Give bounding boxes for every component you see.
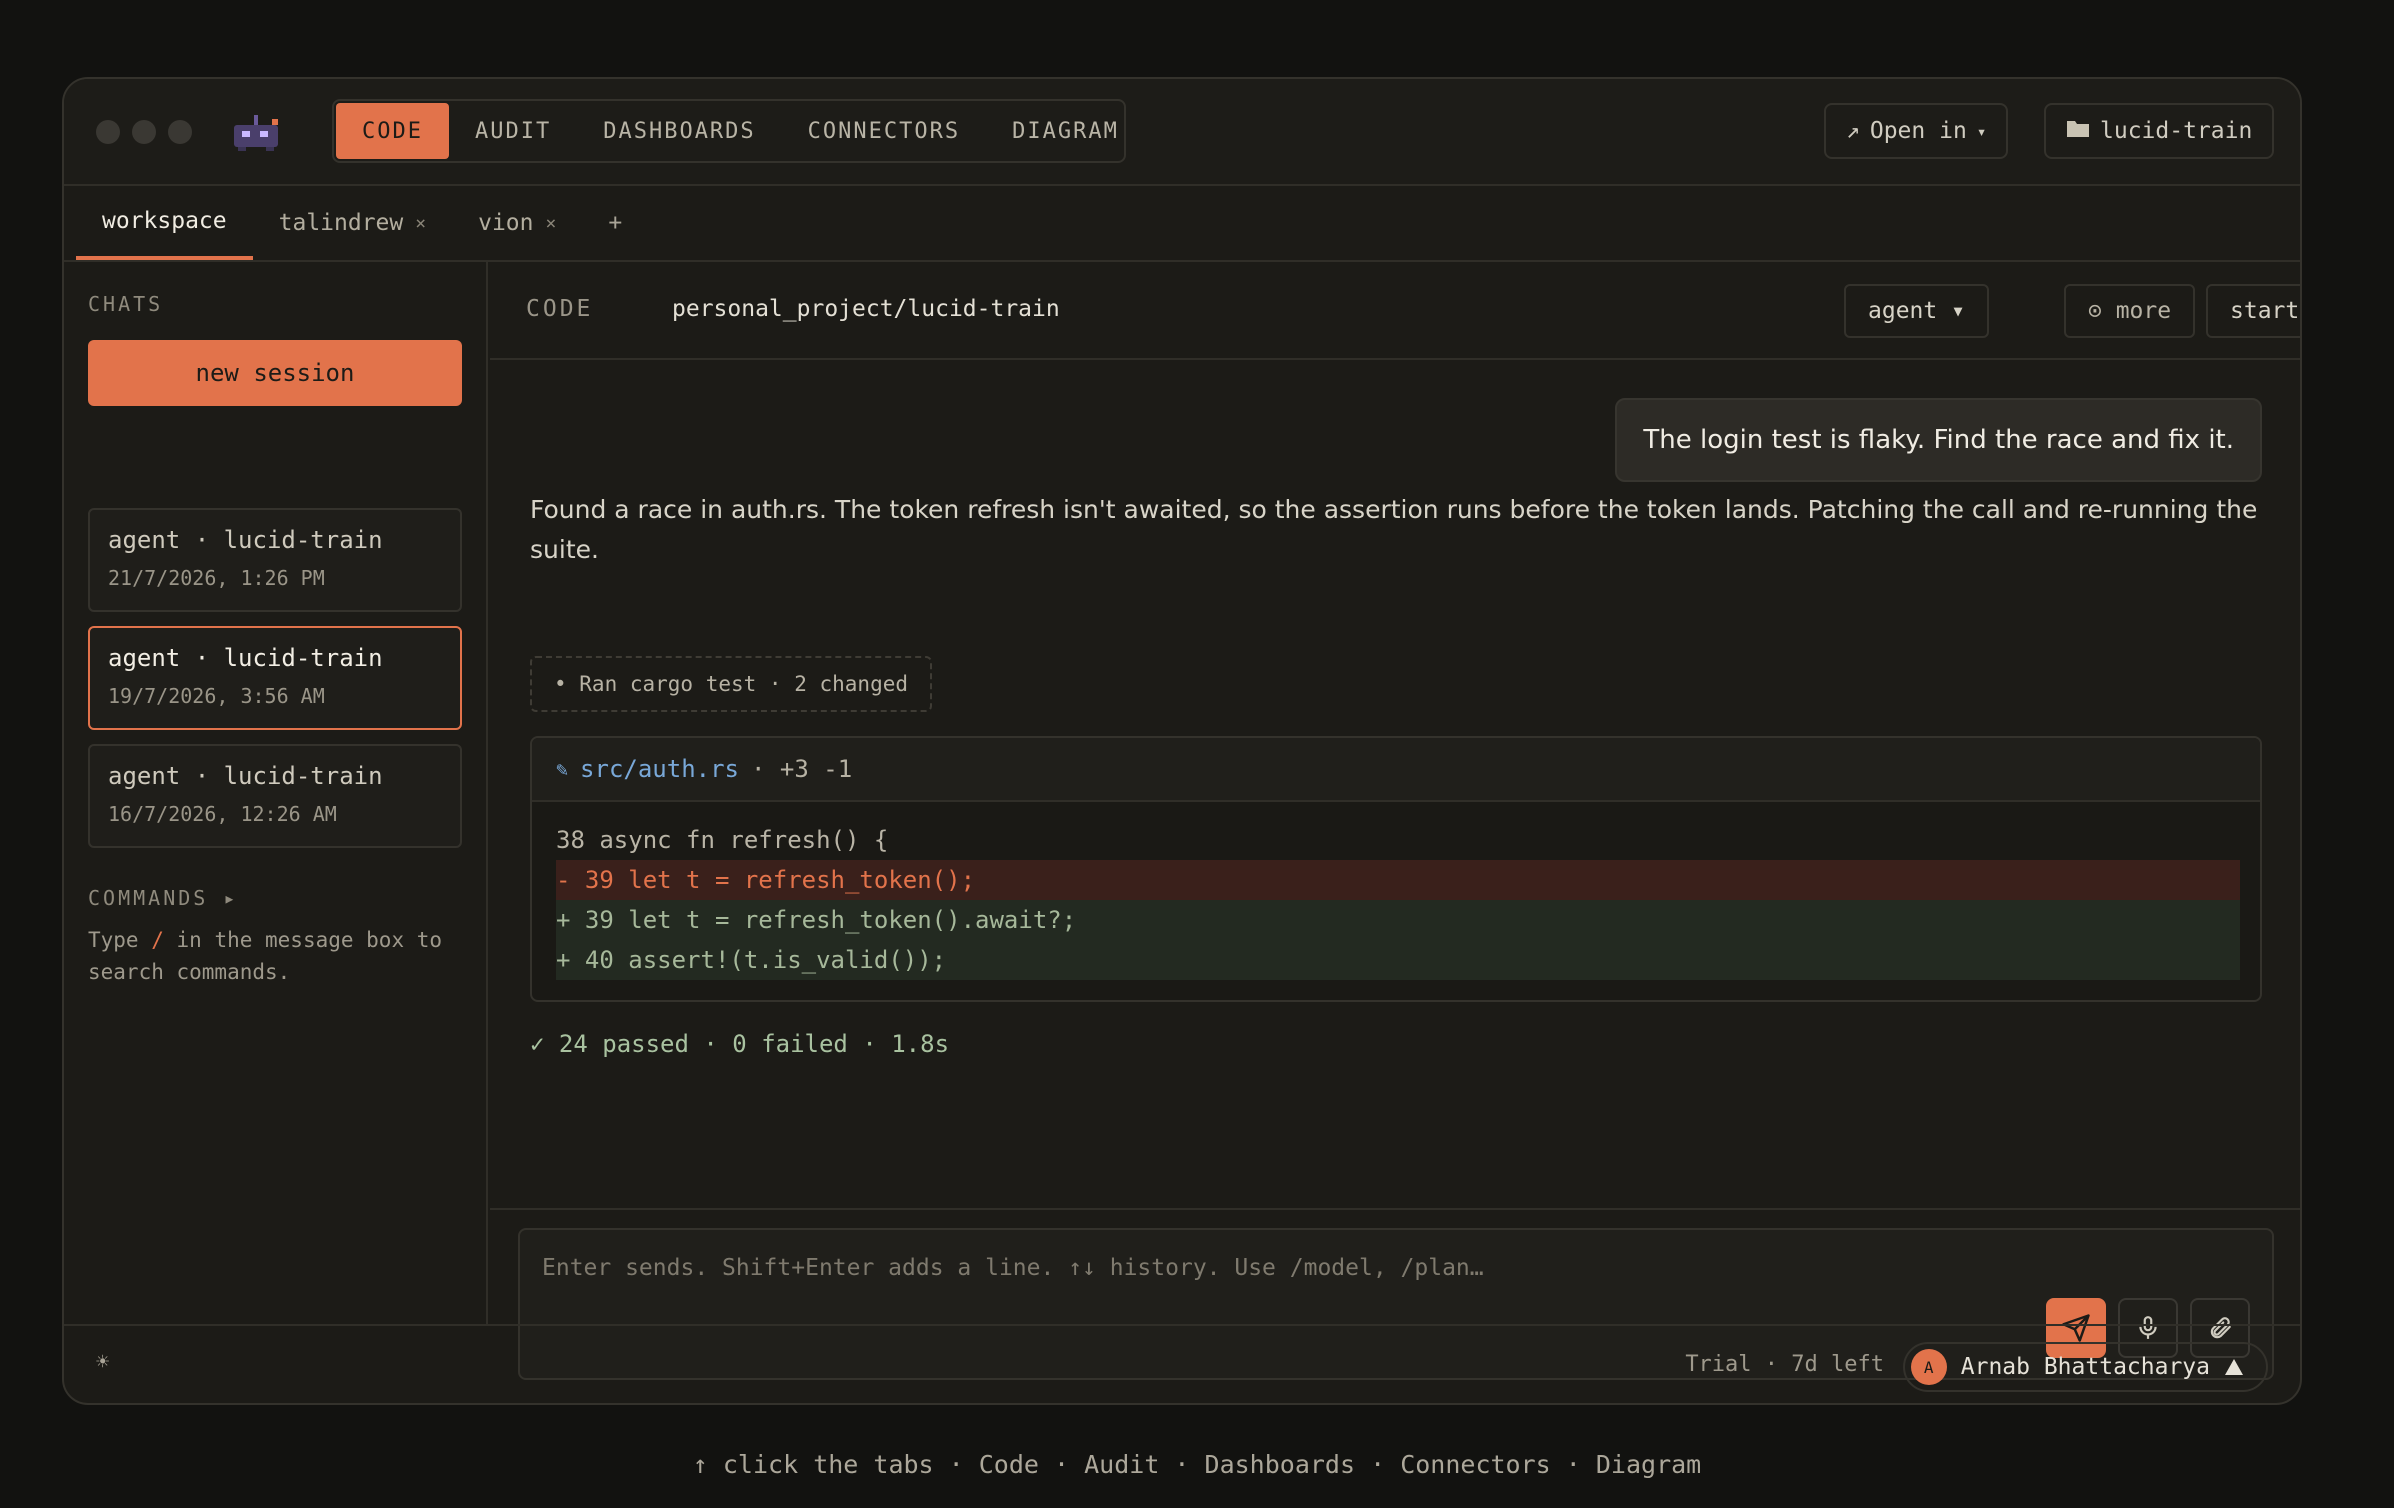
project-label: lucid-train	[2100, 118, 2253, 144]
user-name: Arnab Bhattacharya	[1960, 1354, 2210, 1380]
tab-talindrew[interactable]: talindrew ×	[253, 186, 452, 260]
minimize-window-dot[interactable]	[132, 120, 156, 144]
chat-date: 16/7/2026, 12:26 AM	[108, 802, 337, 826]
add-tab-button[interactable]: +	[582, 186, 648, 260]
agent-mode-dropdown[interactable]: agent ▾	[1844, 284, 1989, 338]
triangle-up-icon	[2225, 1359, 2243, 1375]
nav-tab-dashboards[interactable]: DASHBOARDS	[577, 103, 781, 159]
chat-date: 19/7/2026, 3:56 AM	[108, 684, 325, 708]
slash-key: /	[151, 928, 164, 952]
title-bar: CODE AUDIT DASHBOARDS CONNECTORS DIAGRAM…	[64, 79, 2300, 186]
user-menu[interactable]: A Arnab Bhattacharya	[1902, 1342, 2268, 1392]
chat-title: agent · lucid-train	[108, 762, 383, 790]
trial-status: Trial · 7d left	[1685, 1352, 1884, 1377]
tab-label: vion	[478, 210, 534, 236]
start-button[interactable]: start	[2206, 284, 2300, 338]
folder-icon	[2066, 118, 2090, 144]
diff-stats: · +3 -1	[751, 755, 853, 783]
sun-theme-icon[interactable]: ☀	[96, 1350, 109, 1375]
nav-tab-code[interactable]: CODE	[336, 103, 449, 159]
app-window: CODE AUDIT DASHBOARDS CONNECTORS DIAGRAM…	[62, 77, 2302, 1405]
diff-line-context: 38 async fn refresh() {	[556, 826, 889, 854]
chats-heading: CHATS	[88, 292, 164, 316]
user-message-bubble: The login test is flaky. Find the race a…	[1615, 398, 2262, 482]
workspace-tab-strip: workspace talindrew × vion × +	[64, 186, 2300, 262]
nav-tab-connectors[interactable]: CONNECTORS	[782, 103, 986, 159]
main-nav: CODE AUDIT DASHBOARDS CONNECTORS DIAGRAM	[332, 99, 1126, 163]
test-result: ✓ 24 passed · 0 failed · 1.8s	[530, 1030, 950, 1058]
nav-tab-audit[interactable]: AUDIT	[449, 103, 577, 159]
chevron-down-icon: ▾	[1976, 121, 1987, 141]
status-footer: ☀ Trial · 7d left A Arnab Bhattacharya	[64, 1324, 2300, 1403]
diff-header: ✎ src/auth.rs · +3 -1	[532, 738, 2260, 802]
nav-tab-diagram[interactable]: DIAGRAM	[986, 103, 1145, 159]
main-panel: CODE personal_project/lucid-train agent …	[490, 262, 2300, 1324]
section-label: CODE	[526, 296, 594, 322]
open-in-label: Open in	[1869, 118, 1967, 144]
diff-panel: ✎ src/auth.rs · +3 -1 38 async fn refres…	[530, 736, 2262, 1002]
commands-help: Type / in the message box to search comm…	[88, 924, 468, 988]
pencil-icon: ✎	[556, 757, 569, 781]
project-path: personal_project/lucid-train	[672, 296, 1060, 322]
message-input[interactable]	[542, 1248, 1942, 1288]
maximize-window-dot[interactable]	[168, 120, 192, 144]
open-in-button[interactable]: ↗ Open in ▾	[1824, 103, 2009, 159]
project-button[interactable]: lucid-train	[2044, 103, 2275, 159]
chat-title: agent · lucid-train	[108, 644, 383, 672]
chat-item-active[interactable]: agent · lucid-train 19/7/2026, 3:56 AM	[88, 626, 462, 730]
tool-run-summary[interactable]: • Ran cargo test · 2 changed	[530, 656, 933, 712]
commands-heading[interactable]: COMMANDS ▸	[88, 886, 238, 910]
close-window-dot[interactable]	[96, 120, 120, 144]
close-tab-icon[interactable]: ×	[415, 213, 426, 234]
chat-date: 21/7/2026, 1:26 PM	[108, 566, 325, 590]
agent-reply: Found a race in auth.rs. The token refre…	[530, 495, 2258, 564]
diff-line-removed: - 39 let t = refresh_token();	[556, 860, 2240, 900]
arrow-up-right-icon: ↗	[1846, 118, 1860, 144]
diff-line-added: + 40 assert!(t.is_valid());	[556, 940, 2240, 980]
diff-file-name[interactable]: src/auth.rs	[580, 755, 739, 783]
sidebar: CHATS new session agent · lucid-train 21…	[64, 262, 488, 1324]
new-session-button[interactable]: new session	[88, 340, 462, 406]
chat-item[interactable]: agent · lucid-train 21/7/2026, 1:26 PM	[88, 508, 462, 612]
tab-vion[interactable]: vion ×	[452, 186, 582, 260]
commands-help-text: Type	[88, 928, 152, 952]
tab-label: talindrew	[278, 210, 404, 236]
avatar: A	[1910, 1349, 1947, 1385]
more-button[interactable]: ⊙ more	[2064, 284, 2196, 338]
tabs-hint: ↑ click the tabs · Code · Audit · Dashbo…	[692, 1450, 1702, 1479]
tab-workspace[interactable]: workspace	[76, 186, 253, 260]
tab-label: workspace	[102, 208, 227, 234]
chat-title: agent · lucid-train	[108, 526, 383, 554]
robot-logo-icon	[234, 115, 278, 151]
close-tab-icon[interactable]: ×	[545, 213, 556, 234]
main-header: CODE personal_project/lucid-train agent …	[490, 262, 2300, 360]
diff-line-added: + 39 let t = refresh_token().await?;	[556, 900, 2240, 940]
chat-item[interactable]: agent · lucid-train 16/7/2026, 12:26 AM	[88, 744, 462, 848]
